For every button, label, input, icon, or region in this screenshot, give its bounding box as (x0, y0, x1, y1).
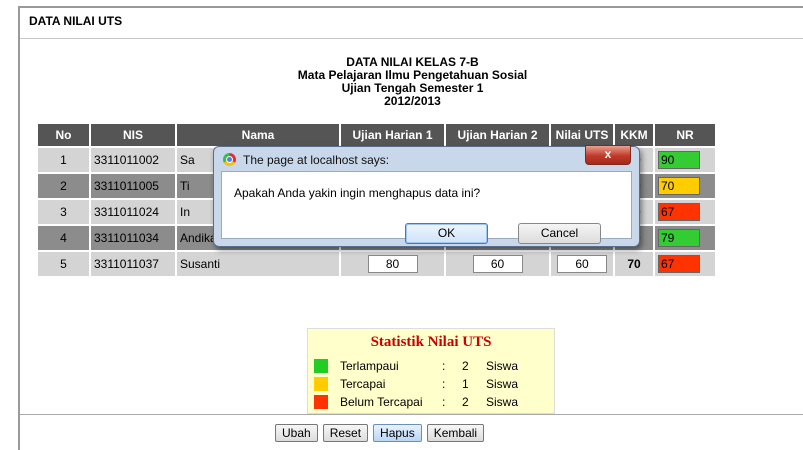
nr-badge: 70 (658, 177, 700, 195)
stats-count: 2 (462, 395, 469, 409)
nr-badge: 79 (658, 229, 700, 247)
ok-button[interactable]: OK (405, 223, 488, 244)
uts-input[interactable]: 60 (557, 255, 607, 273)
stats-unit: Siswa (486, 359, 519, 373)
kembali-button[interactable]: Kembali (426, 424, 485, 442)
reset-button[interactable]: Reset (322, 424, 369, 442)
chrome-icon (223, 153, 236, 166)
stats-colon: : (442, 359, 446, 373)
confirm-dialog: The page at localhost says: x Apakah And… (213, 145, 640, 247)
header-uh1: Ujian Harian 1 (341, 124, 444, 146)
uh2-input[interactable]: 60 (472, 255, 523, 273)
stats-count: 1 (462, 377, 469, 391)
header-no: No (38, 124, 89, 146)
cell-nis: 3311011034 (91, 226, 175, 250)
cell-nis: 3311011024 (91, 200, 175, 224)
cell-no: 5 (38, 252, 89, 276)
stats-label: Belum Tercapai (340, 395, 423, 409)
header-uts: Nilai UTS (551, 124, 613, 146)
panel-divider (20, 38, 803, 39)
cell-nis: 3311011002 (91, 148, 175, 172)
cell-no: 3 (38, 200, 89, 224)
stats-row-tercapai: Tercapai : 1 Siswa (314, 376, 554, 394)
cell-nama: Susanti (177, 252, 339, 276)
nr-badge: 67 (658, 255, 700, 273)
table-row: 5 3311011037 Susanti 80 60 60 70 67 (38, 252, 715, 276)
stats-count: 2 (462, 359, 469, 373)
stats-title: Statistik Nilai UTS (370, 334, 492, 350)
close-icon[interactable]: x (585, 145, 631, 165)
hapus-button[interactable]: Hapus (373, 424, 422, 442)
stats-unit: Siswa (486, 377, 519, 391)
header-nr: NR (655, 124, 715, 146)
stats-swatch (314, 395, 328, 409)
heading-year: 2012/2013 (384, 94, 441, 108)
dialog-message: Apakah Anda yakin ingin menghapus data i… (234, 186, 481, 200)
stats-label: Terlampaui (340, 359, 399, 373)
stats-label: Tercapai (340, 377, 386, 391)
dialog-title: The page at localhost says: (243, 153, 390, 167)
header-uh2: Ujian Harian 2 (446, 124, 549, 146)
stats-row-terlampaui: Terlampaui : 2 Siswa (314, 358, 554, 376)
panel-title: DATA NILAI UTS (29, 14, 123, 28)
header-nis: NIS (91, 124, 175, 146)
nr-badge: 67 (658, 203, 700, 221)
table-header-row: No NIS Nama Ujian Harian 1 Ujian Harian … (38, 124, 715, 146)
cell-nis: 3311011037 (91, 252, 175, 276)
dialog-body: Apakah Anda yakin ingin menghapus data i… (221, 171, 632, 244)
action-buttons: Ubah Reset Hapus Kembali (275, 424, 489, 442)
header-nama: Nama (177, 124, 339, 146)
stats-colon: : (442, 395, 446, 409)
stats-swatch (314, 359, 328, 373)
cell-kkm: 70 (615, 252, 653, 276)
nr-badge: 90 (658, 151, 700, 169)
cell-nis: 3311011005 (91, 174, 175, 198)
stats-box: Statistik Nilai UTS Terlampaui : 2 Siswa… (307, 328, 555, 414)
cell-no: 2 (38, 174, 89, 198)
header-kkm: KKM (615, 124, 653, 146)
bottom-divider (20, 414, 803, 415)
stats-unit: Siswa (486, 395, 519, 409)
stats-colon: : (442, 377, 446, 391)
cell-no: 1 (38, 148, 89, 172)
ubah-button[interactable]: Ubah (275, 424, 318, 442)
stats-row-belum-tercapai: Belum Tercapai : 2 Siswa (314, 394, 554, 412)
stats-swatch (314, 377, 328, 391)
cell-no: 4 (38, 226, 89, 250)
cancel-button[interactable]: Cancel (518, 223, 601, 244)
uh1-input[interactable]: 80 (367, 255, 418, 273)
